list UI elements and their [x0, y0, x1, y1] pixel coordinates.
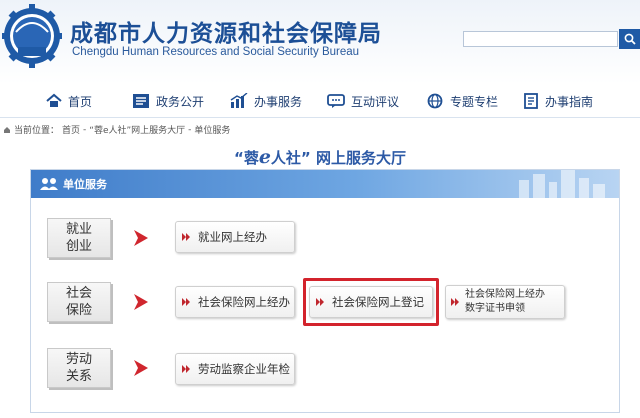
service-label: 劳动监察企业年检 — [198, 362, 290, 376]
nav-item-interaction[interactable]: 互动评议 — [327, 90, 399, 112]
search-button[interactable] — [619, 29, 640, 49]
category-social-insurance: 社会 保险 — [47, 282, 111, 322]
service-social-insurance-online[interactable]: 社会保险网上经办 — [175, 286, 295, 318]
nav-item-home[interactable]: 首页 — [46, 90, 92, 112]
skyline-decoration-icon — [519, 170, 605, 198]
arrow-right-icon — [134, 230, 148, 246]
people-icon — [40, 178, 58, 190]
main-nav: 首页 政务公开 办事服务 互动评议 专题专栏 办事指南 — [0, 84, 640, 118]
search-icon — [624, 33, 636, 45]
bullet-icon — [182, 298, 190, 306]
service-label: 数字证书申领 — [465, 303, 525, 314]
service-label: 社会保险网上经办 — [465, 289, 545, 300]
home-icon — [46, 93, 62, 107]
nav-item-topics[interactable]: 专题专栏 — [426, 90, 498, 112]
breadcrumb-separator: - — [83, 124, 87, 135]
service-labor-inspection[interactable]: 劳动监察企业年检 — [175, 353, 295, 385]
unit-services-panel: 单位服务 就业 创业 就业网上经办 社会 保险 社会保险网上经办 社会保险网上登… — [30, 169, 620, 413]
nav-label: 办事服务 — [254, 94, 303, 109]
nav-label: 首页 — [68, 94, 93, 109]
breadcrumb-current: 单位服务 — [194, 126, 231, 136]
nav-item-services[interactable]: 办事服务 — [230, 90, 302, 112]
nav-label: 专题专栏 — [450, 94, 499, 109]
category-line: 关系 — [65, 369, 92, 384]
document-icon — [133, 94, 149, 108]
panel-header-tab: 单位服务 — [35, 173, 115, 195]
category-line: 社会 — [65, 286, 92, 301]
arrow-right-icon — [134, 294, 148, 310]
breadcrumb-home[interactable]: 首页 — [62, 123, 80, 136]
site-title: 成都市人力资源和社会保障局 — [70, 21, 382, 47]
bullet-icon — [182, 233, 190, 241]
breadcrumb-hall[interactable]: “蓉e人社”网上服务大厅 — [89, 123, 185, 136]
nav-label: 互动评议 — [351, 94, 400, 109]
category-line: 就业 — [65, 222, 92, 237]
nav-item-gov-affairs[interactable]: 政务公开 — [132, 90, 204, 112]
service-label-group: 社会保险网上经办 数字证书申领 — [465, 288, 545, 316]
nav-item-guide[interactable]: 办事指南 — [523, 90, 593, 112]
service-employment-online[interactable]: 就业网上经办 — [175, 221, 295, 253]
site-subtitle: Chengdu Human Resources and Social Secur… — [72, 46, 360, 58]
category-labor-relations: 劳动 关系 — [47, 348, 111, 388]
hall-title-rest: 人社” 网上服务大厅 — [270, 149, 407, 167]
service-label: 就业网上经办 — [198, 230, 267, 244]
location-icon — [4, 126, 10, 133]
category-employment: 就业 创业 — [47, 218, 111, 258]
arrow-right-icon — [134, 360, 148, 376]
bar-chart-icon — [230, 93, 248, 108]
category-line: 保险 — [65, 303, 92, 318]
bullet-icon — [451, 298, 459, 306]
breadcrumb-separator: - — [188, 124, 192, 135]
nav-label: 政务公开 — [156, 94, 205, 109]
highlight-frame — [303, 278, 439, 326]
panel-title: 单位服务 — [63, 178, 107, 191]
site-header: 成都市人力资源和社会保障局 Chengdu Human Resources an… — [0, 0, 640, 84]
category-line: 劳动 — [65, 352, 92, 367]
hall-title-open: “蓉 — [233, 149, 259, 167]
guide-icon — [524, 93, 538, 109]
chat-icon — [327, 94, 345, 108]
service-label: 社会保险网上经办 — [198, 295, 290, 309]
breadcrumb-prefix: 当前位置： — [14, 126, 60, 136]
hall-title: “蓉e人社” 网上服务大厅 — [0, 146, 640, 168]
category-line: 创业 — [65, 239, 92, 254]
service-social-insurance-digital-cert[interactable]: 社会保险网上经办 数字证书申领 — [445, 285, 565, 319]
search-input[interactable] — [463, 31, 618, 47]
globe-icon — [427, 93, 443, 109]
breadcrumb: 当前位置： 首页 - “蓉e人社”网上服务大厅 - 单位服务 — [3, 123, 233, 136]
nav-label: 办事指南 — [545, 94, 594, 109]
panel-header: 单位服务 — [31, 170, 619, 198]
bullet-icon — [182, 365, 190, 373]
hall-title-e: e — [258, 146, 271, 168]
bureau-logo[interactable] — [2, 2, 62, 76]
gear-emblem-icon — [2, 4, 62, 68]
